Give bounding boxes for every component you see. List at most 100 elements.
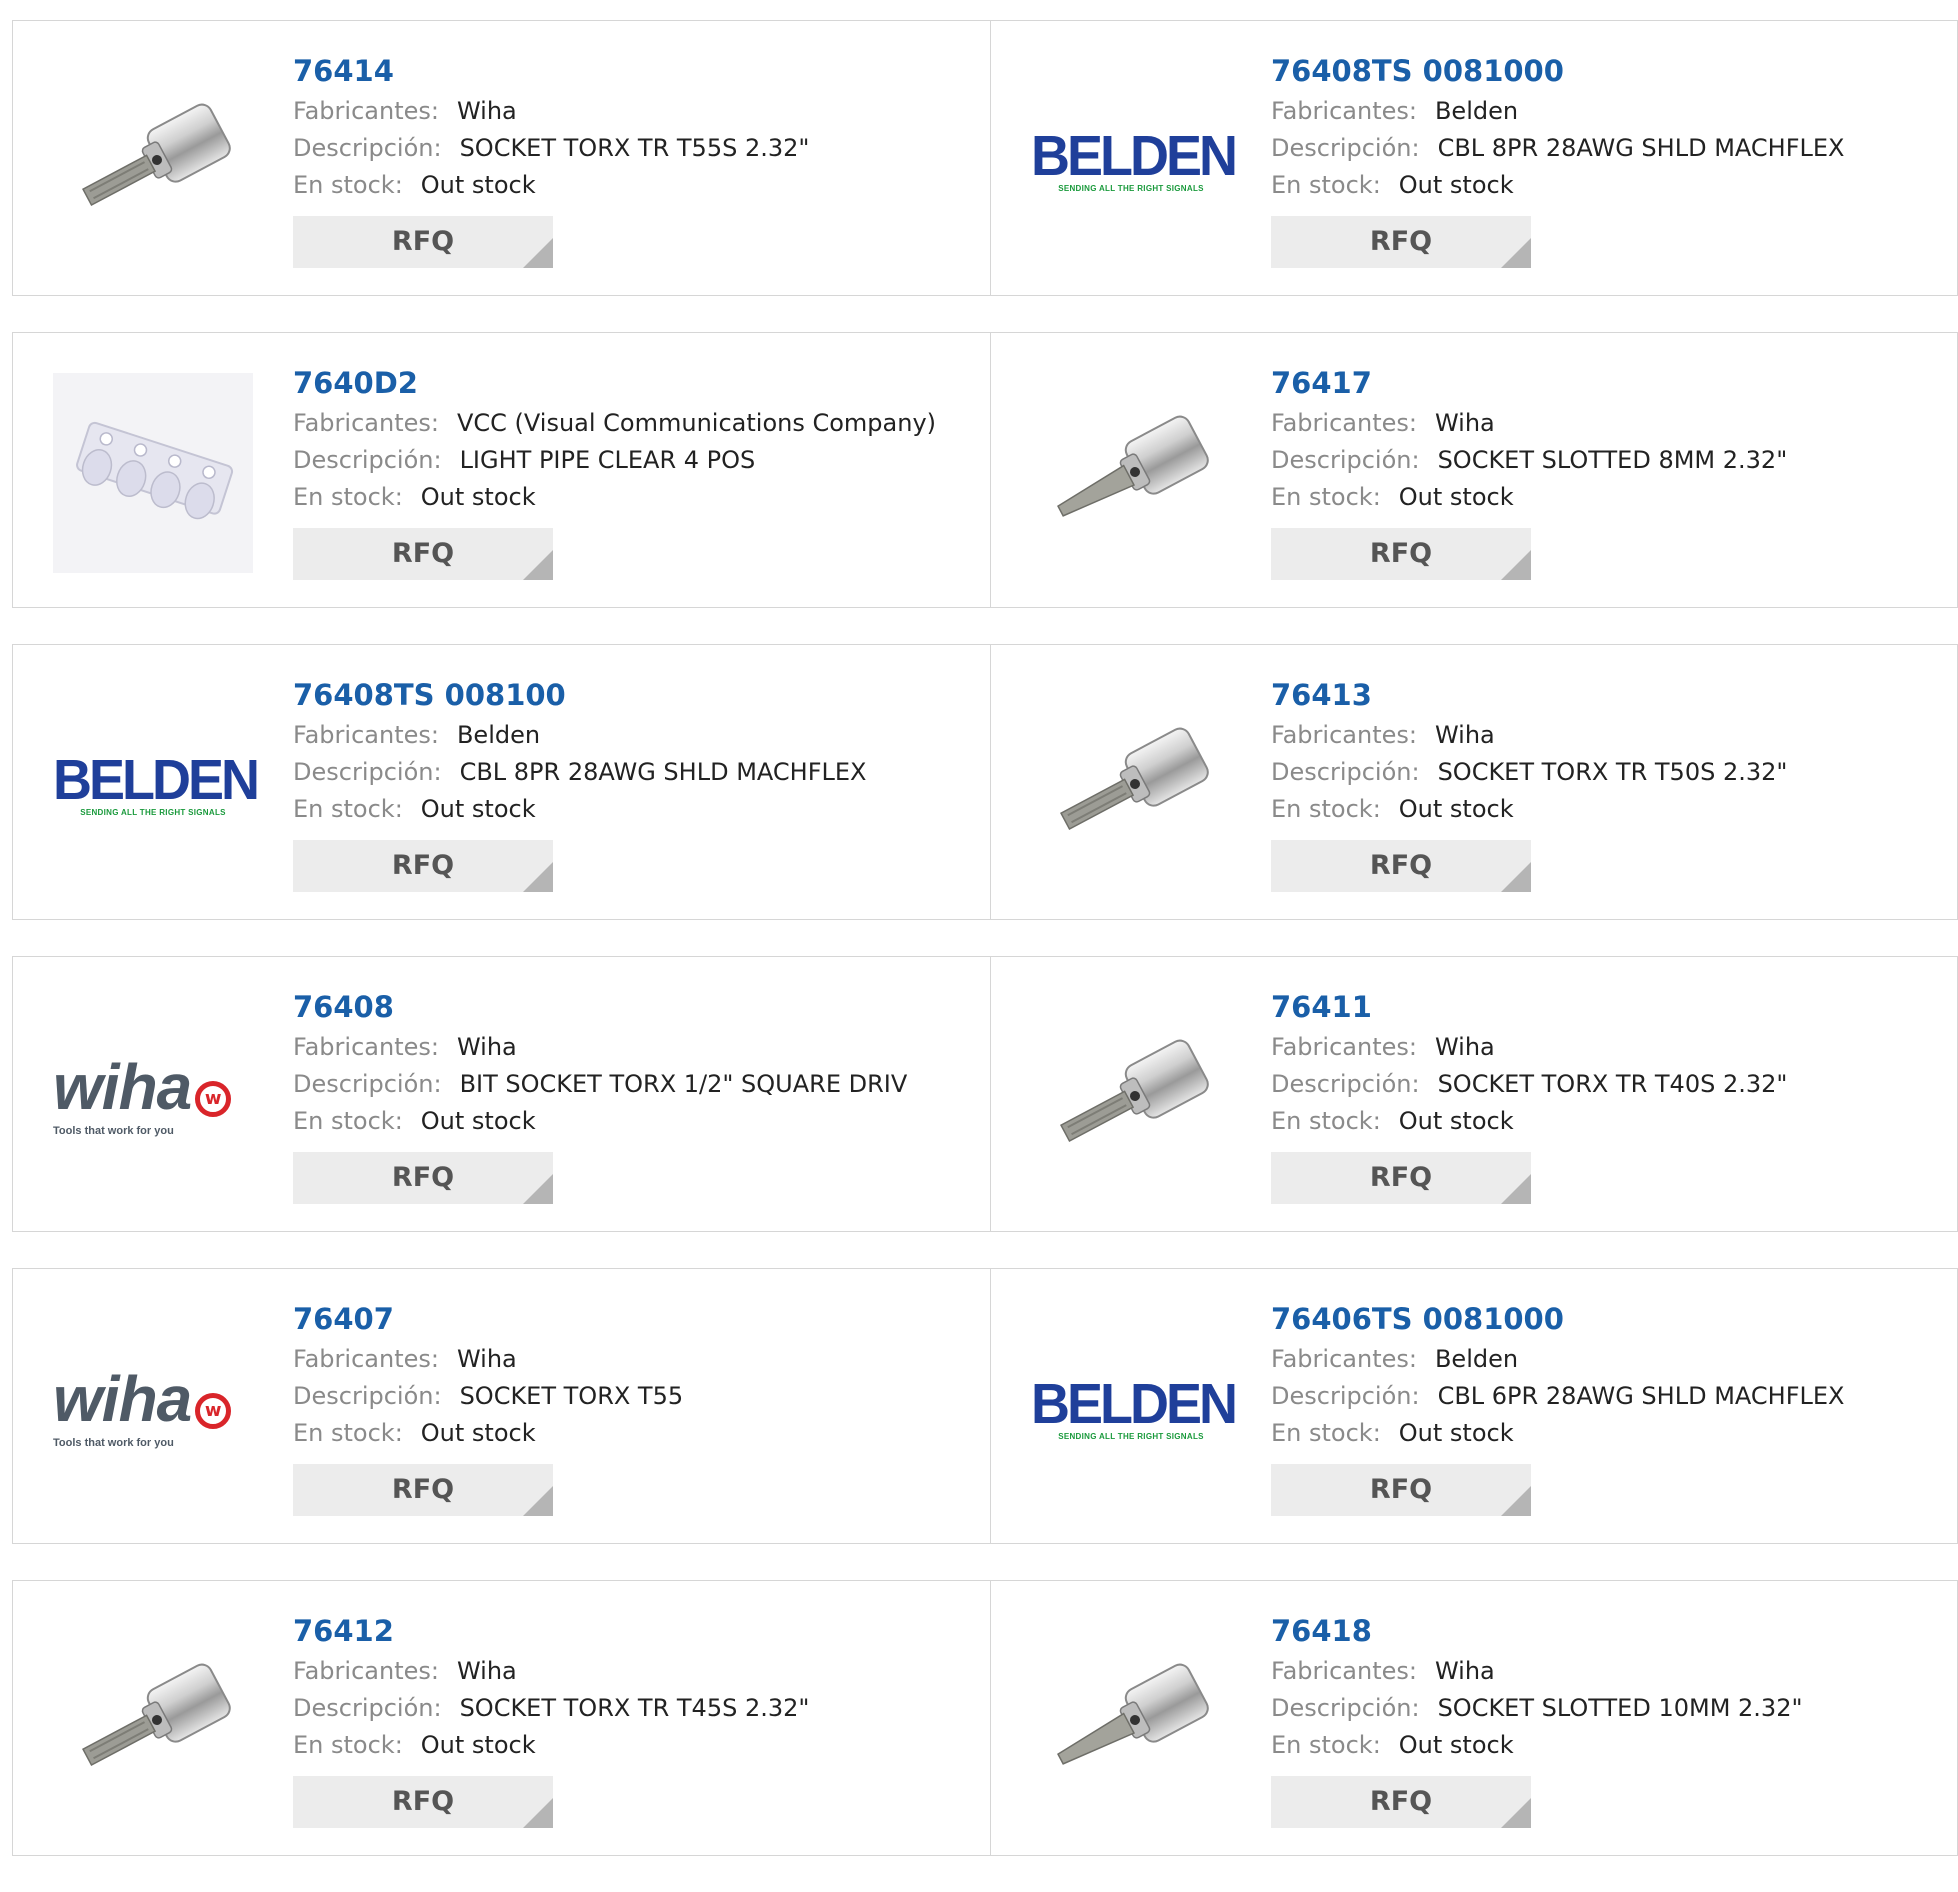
corner-triangle-icon xyxy=(523,550,553,580)
manufacturer-line: Fabricantes: Wiha xyxy=(1271,1653,1937,1690)
product-image[interactable]: BELDEN SENDING ALL THE RIGHT SIGNALS xyxy=(1031,61,1238,261)
manufacturer-label: Fabricantes: xyxy=(1271,409,1417,437)
rfq-button[interactable]: RFQ xyxy=(293,216,553,268)
torx-socket-icon xyxy=(82,103,231,207)
rfq-label: RFQ xyxy=(1369,1786,1433,1817)
rfq-button[interactable]: RFQ xyxy=(293,1152,553,1204)
product-image[interactable]: BELDEN SENDING ALL THE RIGHT SIGNALS xyxy=(1031,1309,1238,1509)
wiha-logo-tagline: Tools that work for you xyxy=(53,1436,174,1449)
product-image[interactable] xyxy=(1031,685,1231,885)
product-card: 7640D2 Fabricantes: VCC (Visual Communica… xyxy=(13,333,990,607)
description-value: SOCKET TORX TR T40S 2.32" xyxy=(1437,1070,1788,1098)
description-label: Descripción: xyxy=(293,1070,442,1098)
part-number-link[interactable]: 76406TS 0081000 xyxy=(1271,1297,1937,1341)
product-card: BELDEN SENDING ALL THE RIGHT SIGNALS 7640… xyxy=(13,645,990,919)
rfq-label: RFQ xyxy=(1369,1474,1433,1505)
stock-value: Out stock xyxy=(420,171,536,199)
part-number-link[interactable]: 76417 xyxy=(1271,361,1937,405)
stock-label: En stock: xyxy=(293,483,403,511)
stock-label: En stock: xyxy=(1271,171,1381,199)
rfq-button[interactable]: RFQ xyxy=(1271,216,1531,268)
manufacturer-label: Fabricantes: xyxy=(293,97,439,125)
description-value: CBL 8PR 28AWG SHLD MACHFLEX xyxy=(1437,134,1845,162)
manufacturer-value: Wiha xyxy=(1434,1657,1495,1685)
product-row: wiha w Tools that work for you 76407 Fabri… xyxy=(12,1268,1958,1544)
rfq-label: RFQ xyxy=(391,226,455,257)
manufacturer-value: Belden xyxy=(1434,1345,1519,1373)
rfq-button[interactable]: RFQ xyxy=(1271,528,1531,580)
rfq-label: RFQ xyxy=(391,850,455,881)
wiha-logo: wiha w Tools that work for you xyxy=(53,1055,253,1137)
description-value: SOCKET SLOTTED 10MM 2.32" xyxy=(1437,1694,1803,1722)
rfq-button[interactable]: RFQ xyxy=(1271,1464,1531,1516)
torx-socket-icon xyxy=(82,1663,231,1767)
description-line: Descripción: SOCKET SLOTTED 8MM 2.32" xyxy=(1271,442,1937,479)
rfq-label: RFQ xyxy=(1369,226,1433,257)
part-number-link[interactable]: 7640D2 xyxy=(293,361,970,405)
stock-line: En stock: Out stock xyxy=(293,167,970,204)
stock-line: En stock: Out stock xyxy=(1271,167,1937,204)
corner-triangle-icon xyxy=(523,862,553,892)
rfq-button[interactable]: RFQ xyxy=(1271,840,1531,892)
part-number-link[interactable]: 76408 xyxy=(293,985,970,1029)
belden-logo: BELDEN SENDING ALL THE RIGHT SIGNALS xyxy=(1031,1375,1238,1440)
wiha-logo: wiha w Tools that work for you xyxy=(53,1363,253,1449)
product-info: 76408TS 008100 Fabricantes: Belden Descri… xyxy=(293,673,970,892)
product-image[interactable]: BELDEN SENDING ALL THE RIGHT SIGNALS xyxy=(53,685,260,885)
product-row: BELDEN SENDING ALL THE RIGHT SIGNALS 7640… xyxy=(12,644,1958,920)
rfq-button[interactable]: RFQ xyxy=(293,1464,553,1516)
description-value: SOCKET TORX TR T55S 2.32" xyxy=(459,134,810,162)
product-image[interactable] xyxy=(53,61,253,261)
part-number-link[interactable]: 76408TS 0081000 xyxy=(1271,49,1937,93)
slotted-socket-icon xyxy=(1057,415,1209,517)
rfq-button[interactable]: RFQ xyxy=(293,528,553,580)
rfq-label: RFQ xyxy=(391,1786,455,1817)
rfq-label: RFQ xyxy=(391,1162,455,1193)
product-image[interactable] xyxy=(53,373,253,573)
manufacturer-value: Belden xyxy=(1434,97,1519,125)
manufacturer-line: Fabricantes: Wiha xyxy=(293,1341,970,1378)
stock-value: Out stock xyxy=(1398,1731,1514,1759)
description-label: Descripción: xyxy=(293,446,442,474)
corner-triangle-icon xyxy=(523,1486,553,1516)
corner-triangle-icon xyxy=(523,238,553,268)
product-image[interactable]: wiha w Tools that work for you xyxy=(53,997,253,1197)
description-value: CBL 6PR 28AWG SHLD MACHFLEX xyxy=(1437,1382,1845,1410)
product-image[interactable] xyxy=(1031,373,1231,573)
rfq-button[interactable]: RFQ xyxy=(293,1776,553,1828)
manufacturer-line: Fabricantes: Wiha xyxy=(1271,717,1937,754)
product-image[interactable]: wiha w Tools that work for you xyxy=(53,1309,253,1509)
product-image[interactable] xyxy=(53,1621,253,1821)
part-number-link[interactable]: 76418 xyxy=(1271,1609,1937,1653)
description-line: Descripción: SOCKET TORX TR T55S 2.32" xyxy=(293,130,970,167)
part-number-link[interactable]: 76407 xyxy=(293,1297,970,1341)
rfq-label: RFQ xyxy=(1369,850,1433,881)
part-number-link[interactable]: 76413 xyxy=(1271,673,1937,717)
manufacturer-label: Fabricantes: xyxy=(1271,1657,1417,1685)
product-grid: 76414 Fabricantes: Wiha Descripción: SOCKE… xyxy=(12,20,1958,1892)
part-number-link[interactable]: 76411 xyxy=(1271,985,1937,1029)
part-number-link[interactable]: 76414 xyxy=(293,49,970,93)
product-info: 76408TS 0081000 Fabricantes: Belden Descr… xyxy=(1271,49,1937,268)
rfq-button[interactable]: RFQ xyxy=(1271,1776,1531,1828)
stock-label: En stock: xyxy=(293,1107,403,1135)
manufacturer-value: VCC (Visual Communications Company) xyxy=(456,409,937,437)
description-line: Descripción: SOCKET TORX TR T40S 2.32" xyxy=(1271,1066,1937,1103)
corner-triangle-icon xyxy=(1501,1798,1531,1828)
product-row: 76414 Fabricantes: Wiha Descripción: SOCKE… xyxy=(12,20,1958,296)
rfq-button[interactable]: RFQ xyxy=(1271,1152,1531,1204)
description-label: Descripción: xyxy=(1271,134,1420,162)
part-number-link[interactable]: 76412 xyxy=(293,1609,970,1653)
product-image[interactable] xyxy=(1031,997,1231,1197)
rfq-button[interactable]: RFQ xyxy=(293,840,553,892)
corner-triangle-icon xyxy=(1501,238,1531,268)
part-number-link[interactable]: 76408TS 008100 xyxy=(293,673,970,717)
manufacturer-line: Fabricantes: Belden xyxy=(293,717,970,754)
wiha-logo-word: wiha xyxy=(53,1363,192,1436)
light-pipe-icon xyxy=(53,373,253,573)
stock-line: En stock: Out stock xyxy=(1271,791,1937,828)
product-image[interactable] xyxy=(1031,1621,1231,1821)
manufacturer-line: Fabricantes: Wiha xyxy=(1271,1029,1937,1066)
stock-value: Out stock xyxy=(420,1419,536,1447)
description-label: Descripción: xyxy=(1271,1070,1420,1098)
